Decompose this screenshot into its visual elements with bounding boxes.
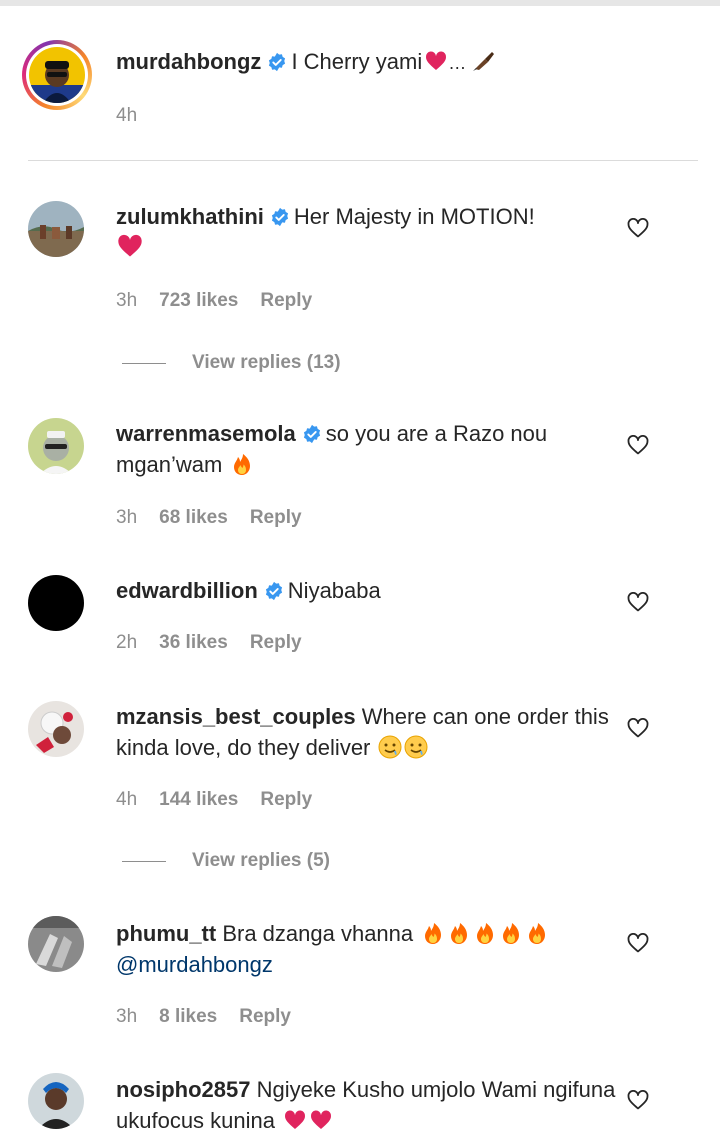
- fire-emoji-icon: [234, 454, 251, 475]
- red-heart-emoji-icon: [118, 234, 142, 257]
- replies-line: [122, 861, 166, 862]
- timestamp: 4h: [116, 789, 138, 810]
- story-ring[interactable]: [22, 40, 92, 110]
- timestamp: 3h: [116, 1006, 138, 1027]
- heart-outline-icon[interactable]: [626, 931, 650, 955]
- caption-body: I Cherry yami: [291, 49, 423, 74]
- fire-emoji-icon: [529, 923, 546, 944]
- comment-text: edwardbillion Niyababa: [116, 575, 616, 606]
- ellipsis-icon: …: [448, 53, 468, 73]
- verified-badge-icon: [265, 581, 282, 601]
- drooling-face-emoji-icon: [404, 735, 428, 759]
- likes-count[interactable]: 36 likes: [159, 632, 228, 653]
- username[interactable]: phumu_tt: [116, 921, 216, 946]
- heart-outline-icon[interactable]: [626, 590, 650, 614]
- caption-divider: [28, 160, 698, 161]
- fire-emoji-icon: [425, 923, 442, 944]
- timestamp: 3h: [116, 507, 138, 528]
- verified-badge-icon: [269, 52, 286, 72]
- heart-outline-icon[interactable]: [626, 716, 650, 740]
- username[interactable]: nosipho2857: [116, 1077, 250, 1102]
- timestamp: 3h: [116, 290, 138, 311]
- caption-text: murdahbongz I Cherry yami …: [116, 46, 616, 79]
- username[interactable]: edwardbillion: [116, 578, 258, 603]
- comment-meta: 3h 8 likes Reply: [116, 1006, 313, 1028]
- avatar[interactable]: [28, 701, 84, 757]
- comment-meta: 2h 36 likes Reply: [116, 632, 324, 654]
- comment-text: zulumkhathini Her Majesty in MOTION!: [116, 201, 616, 264]
- replies-line: [122, 363, 166, 364]
- reply-button[interactable]: Reply: [260, 290, 312, 311]
- red-heart-emoji-icon: [284, 1110, 306, 1129]
- likes-count[interactable]: 723 likes: [159, 290, 238, 311]
- avatar[interactable]: [28, 575, 84, 631]
- caption: murdahbongz I Cherry yami … 4h: [0, 0, 720, 160]
- comment-body: Her Majesty in MOTION!: [293, 204, 535, 229]
- heart-outline-icon[interactable]: [626, 216, 650, 240]
- comment-text: warrenmasemola so you are a Razo nou mgan…: [116, 418, 616, 480]
- reply-button[interactable]: Reply: [250, 632, 302, 653]
- timestamp: 2h: [116, 632, 138, 653]
- comment-meta: 4h 144 likes Reply: [116, 789, 334, 811]
- reply-button[interactable]: Reply: [260, 789, 312, 810]
- comment-meta: 3h 723 likes Reply: [116, 290, 334, 312]
- username[interactable]: murdahbongz: [116, 49, 261, 74]
- verified-badge-icon: [271, 207, 288, 227]
- username[interactable]: warrenmasemola: [116, 421, 296, 446]
- comment-body: Bra dzanga vhanna: [222, 921, 414, 946]
- timestamp: 4h: [116, 105, 138, 126]
- fire-emoji-icon: [477, 923, 494, 944]
- username[interactable]: zulumkhathini: [116, 204, 264, 229]
- avatar[interactable]: [29, 47, 85, 103]
- comment-text: phumu_tt Bra dzanga vhanna @murdahbongz: [116, 918, 616, 980]
- fire-emoji-icon: [451, 923, 468, 944]
- drooling-face-emoji-icon: [378, 735, 402, 759]
- view-replies-button[interactable]: View replies (5): [192, 850, 330, 872]
- writing-hand-emoji-icon: [473, 52, 495, 71]
- comment-text: nosipho2857 Ngiyeke Kusho umjolo Wami ng…: [116, 1074, 616, 1136]
- comment-meta: 3h 68 likes Reply: [116, 507, 324, 529]
- likes-count[interactable]: 144 likes: [159, 789, 238, 810]
- view-replies-button[interactable]: View replies (13): [192, 352, 341, 374]
- comment-body: Niyababa: [287, 578, 381, 603]
- avatar[interactable]: [28, 916, 84, 972]
- red-heart-emoji-icon: [310, 1110, 332, 1129]
- likes-count[interactable]: 8 likes: [159, 1006, 217, 1027]
- reply-button[interactable]: Reply: [250, 507, 302, 528]
- avatar[interactable]: [28, 201, 84, 257]
- fire-emoji-icon: [503, 923, 520, 944]
- avatar[interactable]: [28, 1073, 84, 1129]
- avatar[interactable]: [28, 418, 84, 474]
- caption-meta: 4h: [116, 105, 159, 127]
- heart-outline-icon[interactable]: [626, 1088, 650, 1112]
- mention-link[interactable]: @murdahbongz: [116, 952, 273, 977]
- heart-outline-icon[interactable]: [626, 433, 650, 457]
- red-heart-emoji-icon: [426, 51, 447, 70]
- comment-text: mzansis_best_couples Where can one order…: [116, 701, 616, 763]
- username[interactable]: mzansis_best_couples: [116, 704, 356, 729]
- reply-button[interactable]: Reply: [239, 1006, 291, 1027]
- likes-count[interactable]: 68 likes: [159, 507, 228, 528]
- verified-badge-icon: [303, 424, 320, 444]
